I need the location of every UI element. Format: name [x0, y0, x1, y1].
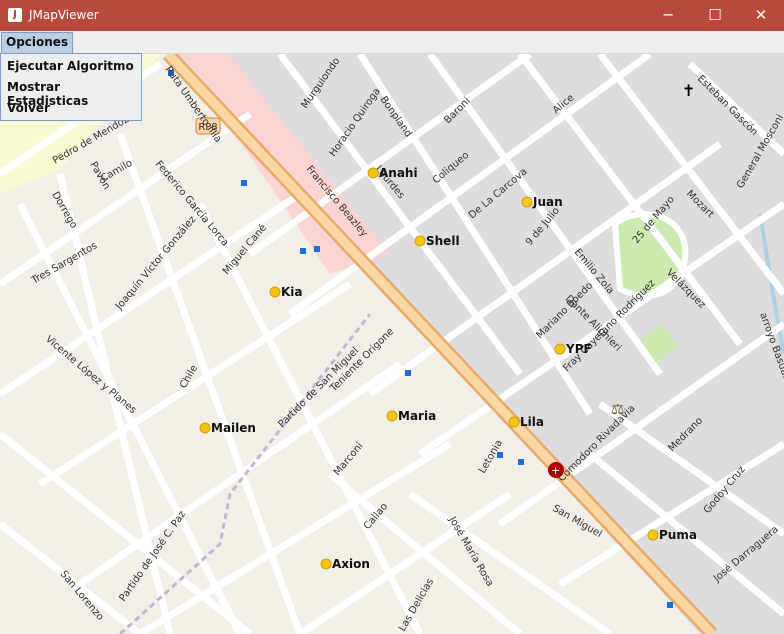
options-dropdown: Ejecutar Algoritmo Mostrar Estadisticas … — [0, 53, 142, 121]
menu-opciones[interactable]: Opciones — [1, 32, 74, 54]
map-marker-label: Axion — [332, 557, 370, 571]
menu-item-volver[interactable]: Volver — [7, 101, 50, 115]
map-marker-label: Juan — [532, 195, 563, 209]
map-marker-dot[interactable] — [521, 196, 533, 208]
window-title: JMapViewer — [29, 8, 99, 22]
map-marker-label: Shell — [426, 234, 460, 248]
map-marker-label: Kia — [281, 285, 303, 299]
map-marker-label: YPF — [565, 342, 592, 356]
menu-bar: Opciones — [0, 31, 784, 54]
map-marker-dot[interactable] — [386, 410, 398, 422]
map-marker-label: Maria — [398, 409, 436, 423]
maximize-button[interactable]: ☐ — [692, 0, 738, 31]
map-viewer[interactable]: RP8 ✝ + ⚖ Murguiondo Horacio Quiroga Bonpl… — [0, 54, 784, 634]
map-marker-label: Anahi — [379, 166, 418, 180]
map-marker-dot[interactable] — [414, 235, 426, 247]
map-marker-dot[interactable] — [199, 422, 211, 434]
map-marker-label: Mailen — [211, 421, 256, 435]
map-marker-dot[interactable] — [508, 416, 520, 428]
map-marker-label: Puma — [659, 528, 697, 542]
close-button[interactable]: ✕ — [738, 0, 784, 31]
map-marker-dot[interactable] — [269, 286, 281, 298]
church-icon: ✝ — [682, 81, 695, 100]
map-marker-dot[interactable] — [554, 343, 566, 355]
minimize-button[interactable]: ─ — [645, 0, 691, 31]
map-marker-dot[interactable] — [647, 529, 659, 541]
map-canvas[interactable]: RP8 ✝ + ⚖ MurguiondoHoracio QuirogaBonpl… — [0, 54, 784, 634]
map-marker-dot[interactable] — [367, 167, 379, 179]
java-icon: J — [8, 8, 22, 22]
map-marker-label: Lila — [520, 415, 544, 429]
window-titlebar: J JMapViewer ─ ☐ ✕ — [0, 0, 784, 31]
map-marker-dot[interactable] — [320, 558, 332, 570]
menu-item-ejecutar-algoritmo[interactable]: Ejecutar Algoritmo — [7, 59, 134, 73]
